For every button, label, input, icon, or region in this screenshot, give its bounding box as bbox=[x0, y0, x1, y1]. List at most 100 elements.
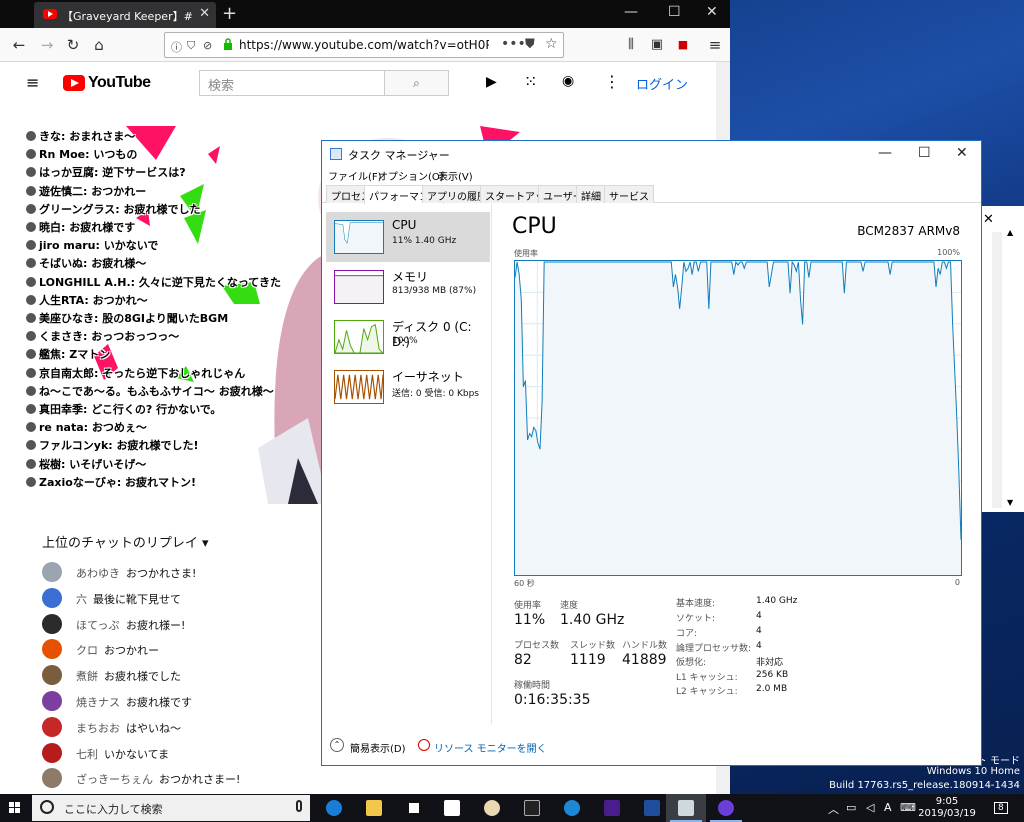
edge-app[interactable] bbox=[314, 794, 354, 822]
chat-avatar-icon bbox=[26, 185, 36, 196]
side-item-disk[interactable]: ディスク 0 (C: D:) 100% bbox=[326, 312, 490, 362]
info-icon[interactable]: ⓘ bbox=[171, 39, 182, 55]
spec-label: 論理プロセッサ数: bbox=[676, 644, 752, 654]
user-avatar-icon[interactable] bbox=[42, 716, 62, 737]
tm-tabs: プロセス パフォーマンス アプリの履歴 スタートアップ ユーザー 詳細 サービス bbox=[322, 185, 981, 204]
terminal-app[interactable] bbox=[512, 794, 552, 822]
network-icon[interactable]: ▭ bbox=[846, 801, 856, 814]
forward-icon[interactable]: → bbox=[36, 34, 58, 56]
new-tab-button[interactable]: + bbox=[222, 3, 237, 24]
tm-maximize-button[interactable]: ☐ bbox=[918, 145, 931, 161]
menu-options[interactable]: オプション(O) bbox=[378, 168, 444, 183]
scroll-down-arrow[interactable]: ▼ bbox=[1007, 498, 1013, 507]
store-icon bbox=[406, 800, 422, 816]
volume-icon[interactable]: ◁ bbox=[866, 801, 874, 814]
user-avatar-icon[interactable] bbox=[42, 742, 62, 763]
show-hidden-icons-icon[interactable]: ︿ bbox=[828, 801, 839, 817]
chat-author: 六 bbox=[76, 592, 87, 606]
taskbar-search-input[interactable]: ここに入力して検索 bbox=[32, 795, 310, 821]
browser-tab[interactable]: 【Graveyard Keeper】#02 墓守 ✕ bbox=[34, 2, 216, 28]
task-manager-titlebar[interactable]: タスク マネージャー — ☐ ✕ bbox=[322, 141, 981, 167]
user-avatar-icon[interactable] bbox=[42, 768, 62, 789]
cpu-heading: CPU bbox=[512, 214, 557, 239]
hamburger-icon[interactable]: ≡ bbox=[26, 73, 39, 92]
tm-minimize-button[interactable]: — bbox=[878, 145, 892, 161]
tm-close-button[interactable]: ✕ bbox=[956, 145, 968, 161]
background-close-icon[interactable]: ✕ bbox=[983, 212, 994, 227]
reload-icon[interactable]: ↻ bbox=[62, 34, 84, 56]
user-avatar-icon[interactable] bbox=[42, 691, 62, 711]
spec-label: L2 キャッシュ: bbox=[676, 687, 738, 697]
pocket-icon[interactable]: ⛊ bbox=[525, 37, 535, 52]
mail-app[interactable] bbox=[432, 794, 472, 822]
tracking-shield-icon[interactable]: ⛉ bbox=[187, 39, 195, 53]
login-link[interactable]: ログイン bbox=[636, 74, 688, 93]
side-item-cpu[interactable]: CPU 11% 1.40 GHz bbox=[326, 212, 490, 262]
tab-services[interactable]: サービス bbox=[604, 185, 654, 203]
library-icon[interactable]: ⫼ bbox=[620, 34, 642, 56]
menu-view[interactable]: 表示(V) bbox=[438, 168, 473, 183]
disk-thumbnail bbox=[334, 320, 384, 354]
chevron-up-icon[interactable]: ⌃ bbox=[330, 738, 344, 752]
url-bar[interactable]: ⓘ ⛉ ⊘ https://www.youtube.com/watch?v=ot… bbox=[164, 32, 564, 58]
chat-message: はやいね〜 bbox=[126, 721, 181, 735]
chat-overlay-text: Rn Moe: いつもの bbox=[39, 148, 138, 162]
amazon-music-app[interactable] bbox=[592, 794, 632, 822]
search-input[interactable]: 検索 ⌕ bbox=[199, 70, 449, 96]
more-vertical-icon[interactable]: ⋮ bbox=[604, 72, 620, 91]
side-item-memory[interactable]: メモリ 813/938 MB (87%) bbox=[326, 262, 490, 312]
extension-icon[interactable]: ■ bbox=[672, 34, 694, 56]
menu-file[interactable]: ファイル(F) bbox=[328, 168, 382, 183]
permissions-icon[interactable]: ⊘ bbox=[203, 39, 212, 52]
user-avatar-icon[interactable] bbox=[42, 613, 62, 634]
store-app[interactable] bbox=[394, 794, 434, 822]
chat-replay-header[interactable]: 上位のチャットのリプレイ ▾ bbox=[42, 532, 209, 551]
edge-icon bbox=[326, 800, 342, 816]
task-manager-app[interactable] bbox=[666, 794, 706, 822]
apps-grid-icon[interactable]: ⁙ bbox=[524, 72, 537, 91]
menu-icon[interactable]: ≡ bbox=[704, 34, 726, 56]
tab-close-icon[interactable]: ✕ bbox=[199, 6, 210, 21]
back-icon[interactable]: ← bbox=[8, 34, 30, 56]
input-method-icon[interactable]: ⌨ bbox=[900, 801, 916, 814]
youtube-logo-icon[interactable] bbox=[63, 75, 85, 91]
maximize-button[interactable]: ☐ bbox=[668, 4, 681, 20]
create-video-icon[interactable]: ▶ bbox=[486, 74, 497, 90]
clock[interactable]: 9:05 2019/03/19 bbox=[916, 796, 978, 820]
chat-avatar-icon bbox=[26, 331, 36, 342]
user-avatar-icon[interactable] bbox=[42, 587, 62, 608]
user-avatar-icon[interactable] bbox=[42, 665, 62, 686]
resource-monitor-link[interactable]: リソース モニターを開く bbox=[434, 740, 547, 755]
user-avatar-icon[interactable] bbox=[42, 639, 62, 660]
chat-overlay-line: jiro maru: いかないで bbox=[26, 237, 158, 253]
x-app[interactable] bbox=[552, 794, 592, 822]
chat-overlay-text: 遊佐慎二: おつかれー bbox=[39, 184, 147, 198]
page-actions-icon[interactable]: ••• bbox=[501, 36, 526, 52]
start-button[interactable] bbox=[0, 794, 30, 822]
spec-label: 基本速度: bbox=[676, 599, 716, 609]
speed-value: 1.40 GHz bbox=[560, 612, 625, 628]
bookmark-star-icon[interactable]: ☆ bbox=[545, 36, 558, 52]
ime-indicator[interactable]: A bbox=[884, 801, 892, 814]
youtube-logo-text[interactable]: YouTube bbox=[88, 74, 151, 92]
explorer-app[interactable] bbox=[354, 794, 394, 822]
side-ethernet-sub: 送信: 0 受信: 0 Kbps bbox=[392, 389, 479, 399]
minimize-button[interactable]: — bbox=[624, 4, 638, 20]
side-item-ethernet[interactable]: イーサネット 送信: 0 受信: 0 Kbps bbox=[326, 362, 490, 412]
messages-icon[interactable]: ◉ bbox=[562, 73, 574, 89]
microphone-icon[interactable] bbox=[296, 800, 302, 812]
sidebar-icon[interactable]: ▣ bbox=[646, 34, 668, 56]
user-avatar-icon[interactable] bbox=[42, 562, 62, 582]
notification-center-icon[interactable]: 8 bbox=[994, 802, 1008, 814]
tab-details[interactable]: 詳細 bbox=[576, 185, 606, 203]
close-button[interactable]: ✕ bbox=[706, 4, 718, 20]
scroll-up-arrow[interactable]: ▲ bbox=[1007, 228, 1013, 237]
chat-avatar-icon bbox=[26, 349, 36, 360]
paint-app[interactable] bbox=[472, 794, 512, 822]
home-icon[interactable]: ⌂ bbox=[88, 34, 110, 56]
firefox-app[interactable] bbox=[706, 794, 746, 822]
fewer-details-button[interactable]: 簡易表示(D) bbox=[350, 740, 406, 755]
background-scrollbar[interactable] bbox=[992, 232, 1002, 508]
search-icon[interactable]: ⌕ bbox=[384, 71, 448, 95]
graph-axis-right: 0 bbox=[954, 578, 960, 587]
